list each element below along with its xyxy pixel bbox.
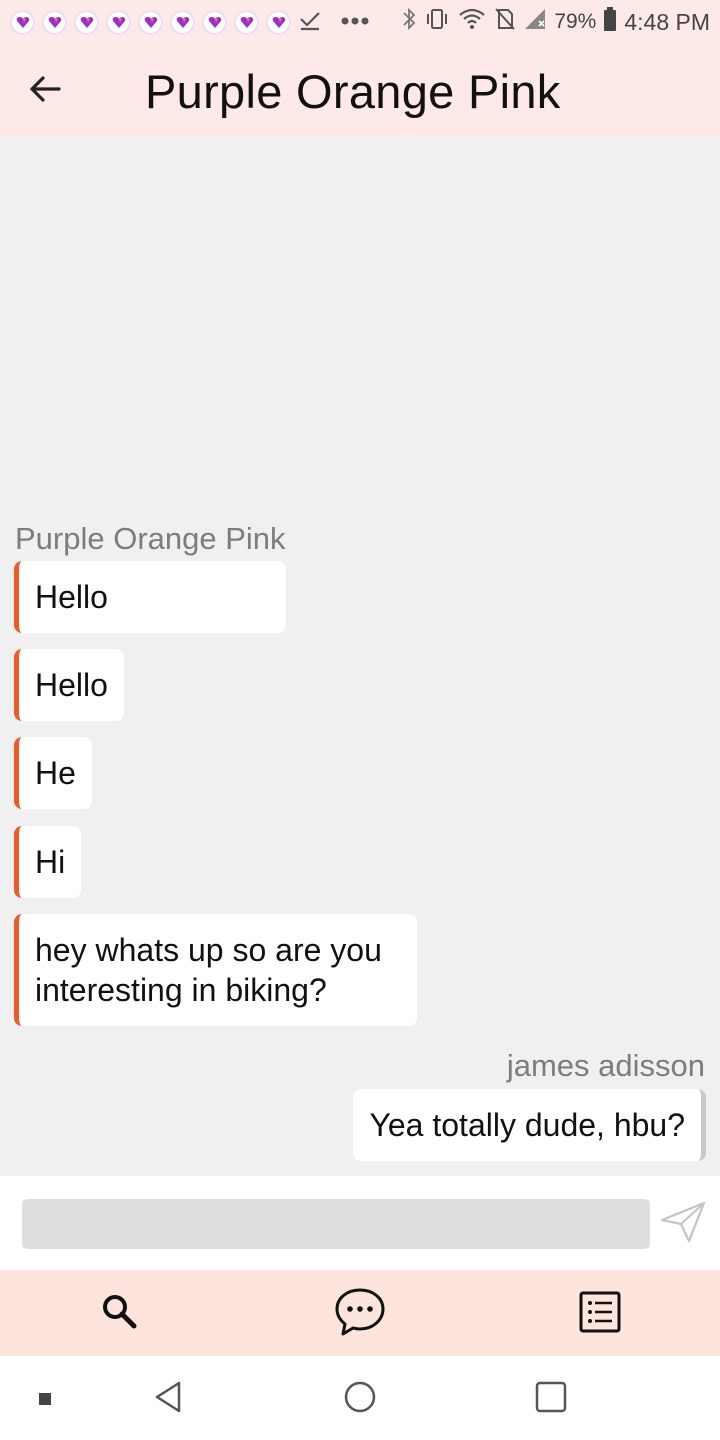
nav-chat-button[interactable] [332, 1286, 388, 1342]
recent-dot-button[interactable] [30, 1384, 60, 1414]
incoming-message[interactable]: Hi [14, 826, 82, 898]
overview-button[interactable] [528, 1376, 574, 1422]
send-button[interactable] [655, 1196, 711, 1252]
app-header: Purple Orange Pink [0, 44, 720, 138]
wifi-icon [458, 7, 486, 37]
incoming-message[interactable]: He [14, 737, 92, 809]
status-right: 79% 4:48 PM [402, 7, 710, 37]
more-dots-icon [341, 13, 369, 31]
app-notification-icon [42, 9, 67, 35]
page-title: Purple Orange Pink [145, 64, 561, 118]
app-notification-icon [202, 9, 227, 35]
bottom-navigation [0, 1270, 720, 1356]
outgoing-sender-name: james adisson [506, 1048, 705, 1083]
incoming-message[interactable]: Hello [14, 561, 286, 633]
incoming-message[interactable]: Hello [14, 649, 124, 721]
app-notification-icon [10, 9, 35, 35]
checkmark-icon [298, 8, 322, 37]
back-system-button[interactable] [145, 1376, 191, 1422]
vibrate-icon [424, 7, 450, 37]
back-button[interactable] [15, 61, 75, 121]
arrow-left-icon [29, 75, 61, 107]
notification-icons [10, 8, 369, 37]
chat-bubble-icon [334, 1287, 386, 1341]
triangle-back-icon [153, 1380, 183, 1418]
search-icon [100, 1292, 140, 1336]
app-notification-icon [234, 9, 259, 35]
clock-time: 4:48 PM [624, 8, 710, 35]
message-input[interactable] [22, 1199, 650, 1249]
system-navigation [0, 1356, 720, 1440]
outgoing-message[interactable]: Yea totally dude, hbu? [353, 1089, 706, 1161]
battery-percent: 79% [554, 10, 597, 33]
battery-icon [604, 7, 617, 37]
app-notification-icon [106, 9, 131, 35]
nav-list-button[interactable] [572, 1286, 628, 1342]
no-sim-icon [494, 7, 516, 37]
chat-messages[interactable]: Purple Orange Pink Hello Hello He Hi hey… [0, 138, 720, 1176]
app-notification-icon [138, 9, 163, 35]
square-overview-icon [535, 1381, 567, 1417]
signal-icon [524, 8, 546, 36]
app-notification-icon [266, 9, 291, 35]
incoming-sender-name: Purple Orange Pink [15, 521, 286, 556]
status-bar: 79% 4:48 PM [0, 0, 720, 44]
nav-search-button[interactable] [92, 1286, 148, 1342]
circle-home-icon [343, 1380, 377, 1418]
incoming-message[interactable]: hey whats up so are you interesting in b… [14, 914, 417, 1026]
square-dot-icon [39, 1390, 51, 1409]
send-icon [659, 1200, 707, 1248]
message-composer [0, 1176, 720, 1270]
list-icon [578, 1290, 622, 1338]
app-notification-icon [170, 9, 195, 35]
bluetooth-icon [402, 7, 416, 37]
app-notification-icon [74, 9, 99, 35]
home-button[interactable] [337, 1376, 383, 1422]
